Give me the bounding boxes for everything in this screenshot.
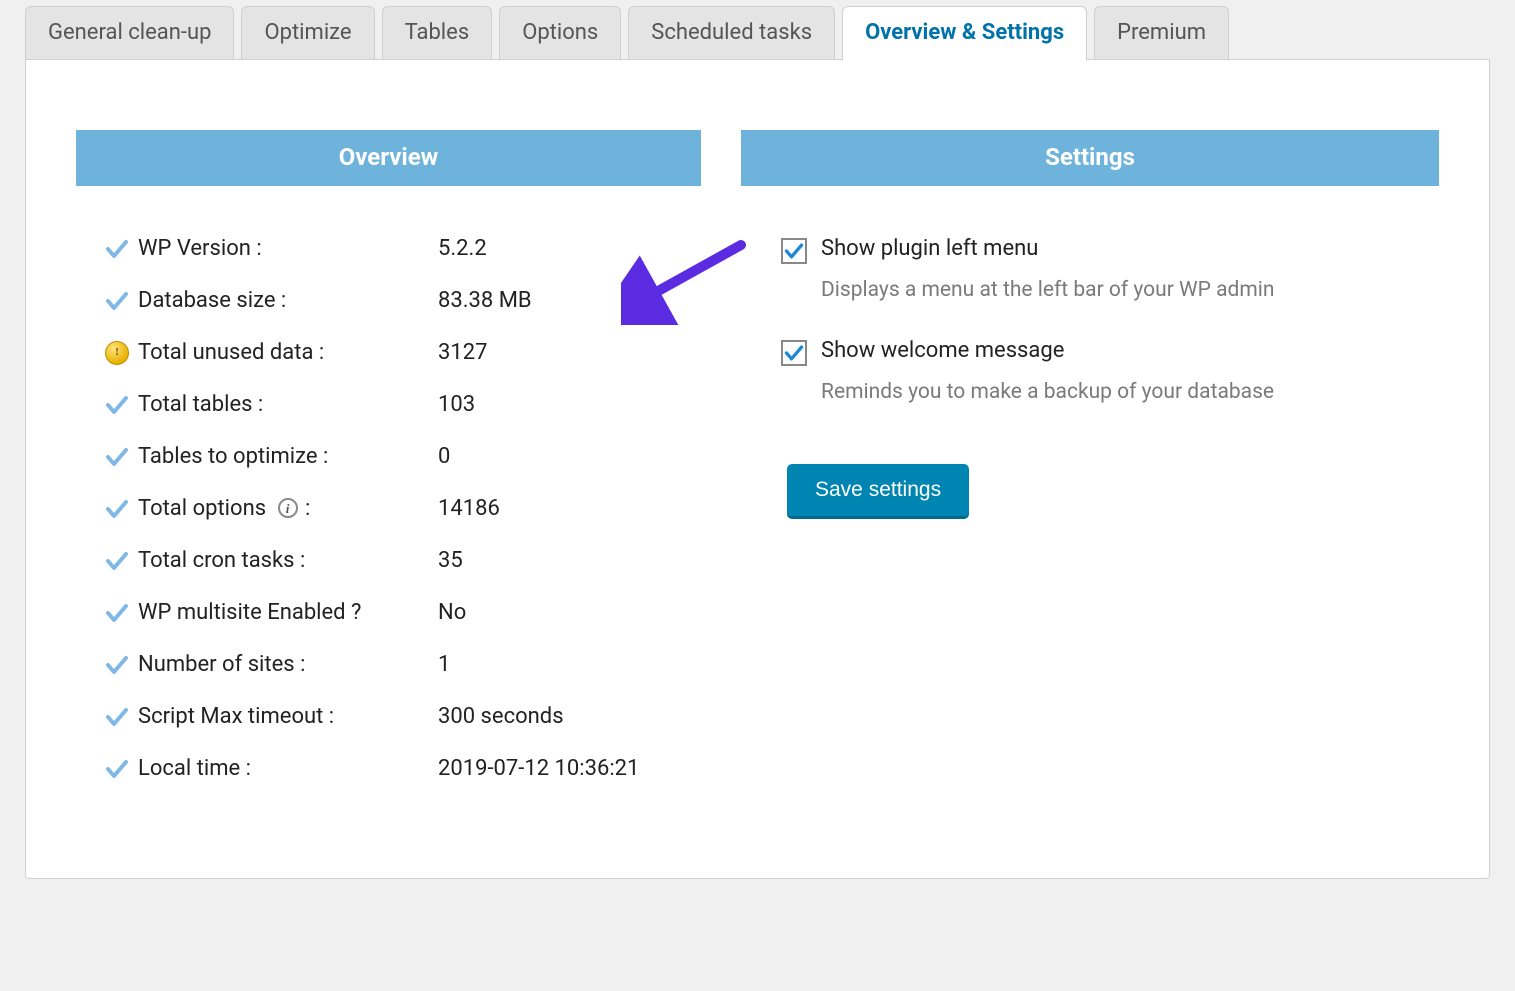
- row-total-tables: Total tables : 103: [96, 392, 691, 417]
- row-label: Total options i :: [138, 496, 438, 521]
- check-icon: [96, 237, 138, 261]
- checkbox-show-welcome[interactable]: [781, 340, 807, 366]
- row-label: Database size :: [138, 288, 438, 313]
- row-label: Number of sites :: [138, 652, 438, 677]
- row-label: Total tables :: [138, 392, 438, 417]
- check-icon: [96, 445, 138, 469]
- setting-label: Show plugin left menu: [821, 236, 1038, 261]
- row-script-max-timeout: Script Max timeout : 300 seconds: [96, 704, 691, 729]
- row-value: No: [438, 600, 466, 625]
- row-value: 83.38 MB: [438, 288, 532, 313]
- settings-header: Settings: [741, 130, 1439, 186]
- setting-label: Show welcome message: [821, 338, 1064, 363]
- row-value: 35: [438, 548, 463, 573]
- checkbox-show-left-menu[interactable]: [781, 238, 807, 264]
- row-value: 2019-07-12 10:36:21: [438, 756, 639, 781]
- check-icon: [96, 705, 138, 729]
- row-value: 14186: [438, 496, 500, 521]
- overview-column: Overview WP Version : 5.2.2 Database siz…: [76, 130, 701, 808]
- check-icon: [96, 497, 138, 521]
- check-icon: [96, 653, 138, 677]
- row-value: 103: [438, 392, 475, 417]
- row-total-unused-data: ! Total unused data : 3127: [96, 340, 691, 365]
- row-wp-version: WP Version : 5.2.2: [96, 236, 691, 261]
- setting-show-left-menu: Show plugin left menu: [781, 236, 1419, 264]
- tab-scheduled-tasks[interactable]: Scheduled tasks: [628, 6, 835, 60]
- check-icon: [96, 549, 138, 573]
- row-label: WP multisite Enabled ?: [138, 600, 438, 625]
- row-total-options: Total options i : 14186: [96, 496, 691, 521]
- row-value: 1: [438, 652, 450, 677]
- tab-tables[interactable]: Tables: [382, 6, 493, 60]
- setting-desc: Displays a menu at the left bar of your …: [821, 278, 1419, 302]
- row-label: Tables to optimize :: [138, 444, 438, 469]
- row-label: Local time :: [138, 756, 438, 781]
- overview-list: WP Version : 5.2.2 Database size : 83.38…: [76, 186, 701, 781]
- row-wp-multisite: WP multisite Enabled ? No: [96, 600, 691, 625]
- settings-list: Show plugin left menu Displays a menu at…: [741, 186, 1439, 519]
- row-tables-to-optimize: Tables to optimize : 0: [96, 444, 691, 469]
- settings-column: Settings Show plugin left menu Displays …: [741, 130, 1439, 808]
- check-icon: [96, 757, 138, 781]
- row-total-cron-tasks: Total cron tasks : 35: [96, 548, 691, 573]
- row-database-size: Database size : 83.38 MB: [96, 288, 691, 313]
- row-number-of-sites: Number of sites : 1: [96, 652, 691, 677]
- row-value: 3127: [438, 340, 487, 365]
- setting-desc: Reminds you to make a backup of your dat…: [821, 380, 1419, 404]
- tab-premium[interactable]: Premium: [1094, 6, 1229, 60]
- row-label: Script Max timeout :: [138, 704, 438, 729]
- overview-header: Overview: [76, 130, 701, 186]
- info-icon[interactable]: i: [278, 498, 298, 518]
- tab-overview-settings[interactable]: Overview & Settings: [842, 6, 1087, 61]
- save-settings-button[interactable]: Save settings: [787, 464, 969, 519]
- tab-general-cleanup[interactable]: General clean-up: [25, 6, 234, 60]
- tab-bar: General clean-up Optimize Tables Options…: [25, 6, 1490, 60]
- row-label: WP Version :: [138, 236, 438, 261]
- tab-options[interactable]: Options: [499, 6, 621, 60]
- row-label: Total cron tasks :: [138, 548, 438, 573]
- warning-icon: !: [96, 341, 138, 365]
- tab-optimize[interactable]: Optimize: [241, 6, 374, 60]
- row-label: Total unused data :: [138, 340, 438, 365]
- row-local-time: Local time : 2019-07-12 10:36:21: [96, 756, 691, 781]
- row-value: 300 seconds: [438, 704, 564, 729]
- check-icon: [96, 289, 138, 313]
- row-value: 5.2.2: [438, 236, 487, 261]
- row-value: 0: [438, 444, 450, 469]
- setting-show-welcome: Show welcome message: [781, 338, 1419, 366]
- check-icon: [96, 601, 138, 625]
- panel: Overview WP Version : 5.2.2 Database siz…: [25, 59, 1490, 879]
- check-icon: [96, 393, 138, 417]
